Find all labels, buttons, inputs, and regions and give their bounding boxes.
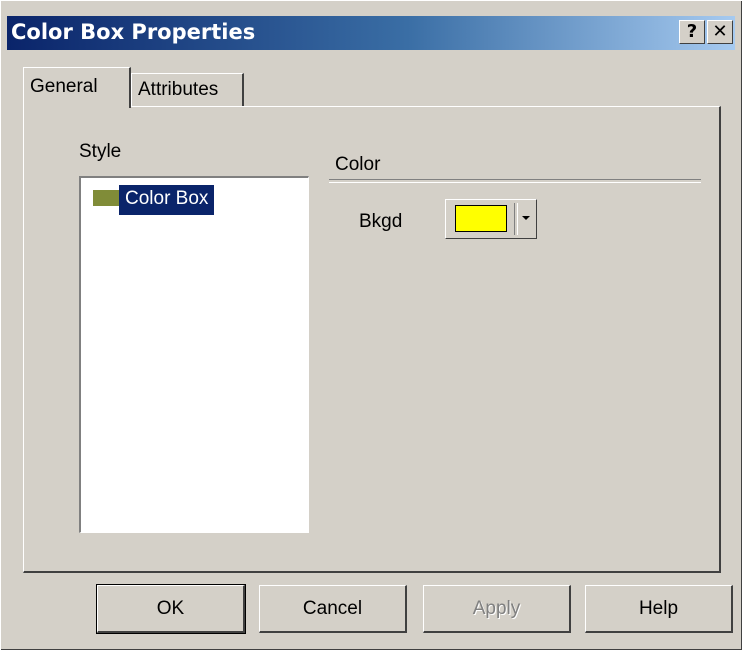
tab-attributes[interactable]: Attributes [131,73,244,106]
window-title: Color Box Properties [11,20,256,44]
style-listbox[interactable]: Color Box [79,176,309,533]
chevron-down-icon[interactable] [522,216,530,220]
color-box-properties-dialog: Color Box Properties ? ✕ General Attribu… [0,0,743,651]
ok-button[interactable]: OK [97,585,245,633]
cancel-button[interactable]: Cancel [259,585,407,633]
style-list-item-label: Color Box [119,185,215,215]
help-icon[interactable]: ? [679,20,705,44]
color-group-label: Color [335,154,381,175]
tab-general[interactable]: General [23,67,131,108]
title-bar[interactable]: Color Box Properties ? ✕ [7,16,735,50]
bkgd-label: Bkgd [359,211,403,232]
bkgd-color-swatch [455,205,507,232]
cancel-button-label: Cancel [302,598,363,619]
color-box-icon [93,190,119,206]
apply-button-label: Apply [472,598,521,619]
apply-button[interactable]: Apply [423,585,571,633]
ok-button-label: OK [156,598,185,619]
help-button-label: Help [638,598,679,619]
bkgd-color-picker[interactable] [445,199,537,239]
style-label: Style [79,141,122,162]
color-group-divider [329,179,701,183]
color-picker-divider [514,203,518,235]
help-button[interactable]: Help [585,585,733,633]
close-icon[interactable]: ✕ [707,20,733,44]
